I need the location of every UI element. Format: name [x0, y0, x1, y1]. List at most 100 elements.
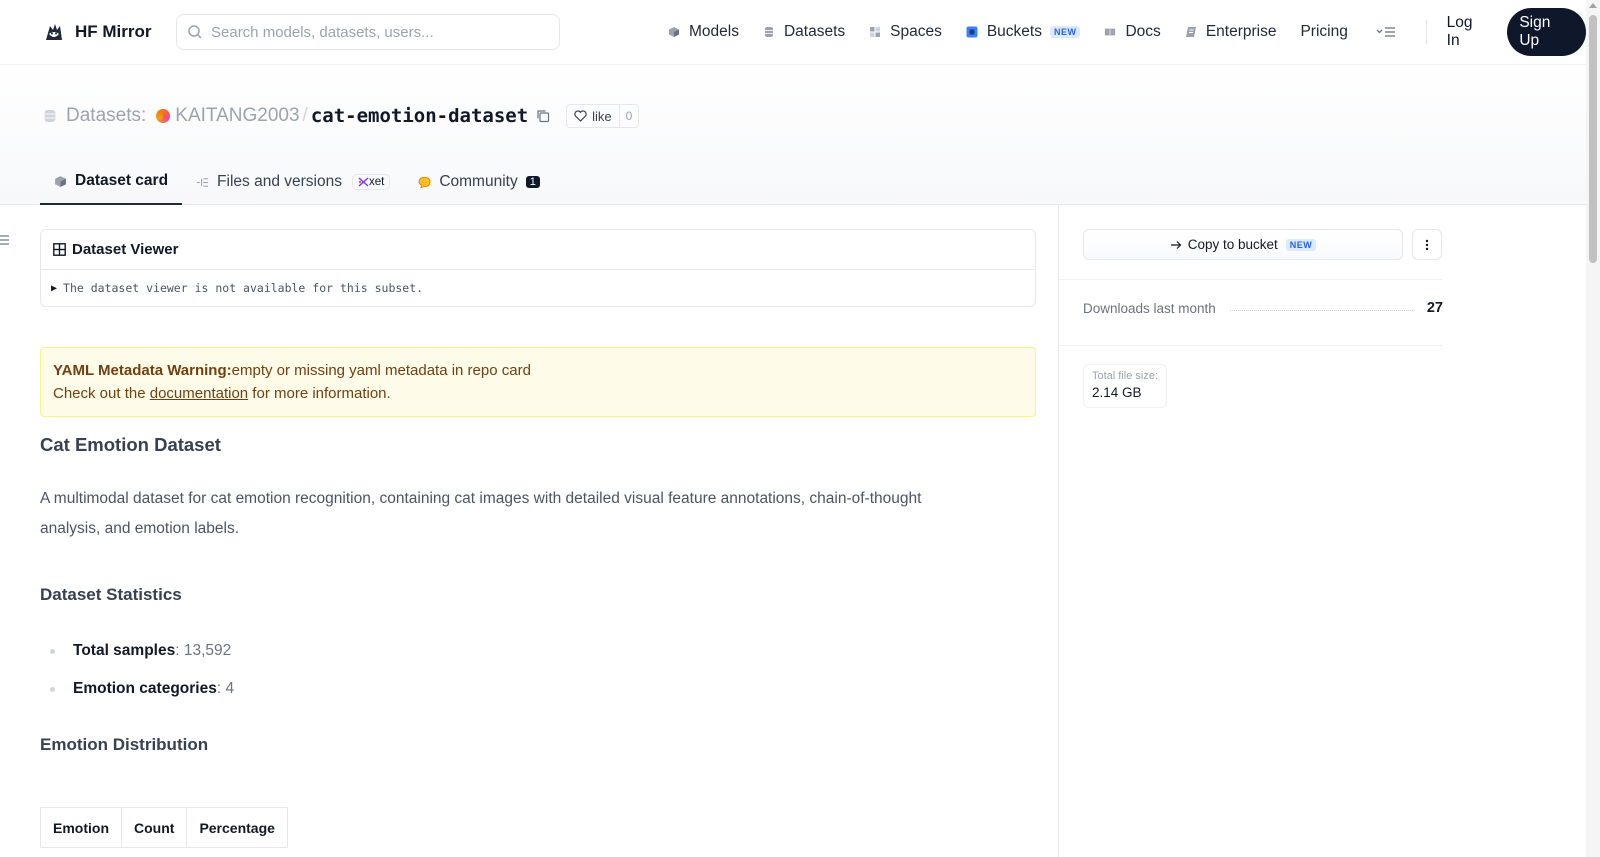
community-count-badge: 1	[525, 176, 540, 188]
downloads-stat: Downloads last month 27	[1083, 300, 1443, 316]
logo-link[interactable]: HF Mirror	[42, 20, 152, 44]
divider	[1059, 345, 1443, 346]
nav-datasets-label: Datasets	[783, 23, 846, 40]
downloads-label: Downloads last month	[1083, 300, 1216, 316]
right-sidebar: Copy to bucket NEW Downloads last month …	[1058, 205, 1586, 857]
cube-icon	[669, 27, 679, 37]
viewer-message-toggle[interactable]: ▶ The dataset viewer is not available fo…	[41, 270, 1035, 306]
xet-badge: xet	[351, 174, 391, 190]
file-size-value: 2.14 GB	[1092, 385, 1142, 400]
nav-enterprise[interactable]: Enterprise	[1185, 23, 1277, 41]
repo-name[interactable]: cat-emotion-dataset	[311, 105, 528, 127]
nav-datasets[interactable]: Datasets	[763, 23, 845, 41]
list-item: Total samples: 13,592	[40, 632, 1036, 670]
like-label: like	[592, 108, 612, 124]
warning-title: YAML Metadata Warning:	[53, 362, 232, 379]
nav-buckets-label: Buckets	[986, 23, 1042, 40]
page-scrollbar[interactable]	[1586, 0, 1600, 857]
divider	[1059, 279, 1443, 280]
tab-files[interactable]: Files and versions xet	[182, 159, 404, 205]
viewer-title: Dataset Viewer	[72, 241, 179, 258]
nav-buckets[interactable]: Buckets NEW	[966, 23, 1081, 41]
nav-spaces[interactable]: Spaces	[869, 23, 942, 41]
dataset-card: Dataset Viewer ▶ The dataset viewer is n…	[40, 205, 1036, 848]
warning-line2-pre: Check out the	[53, 385, 150, 402]
bullet	[50, 686, 55, 692]
scroll-thumb[interactable]	[1589, 15, 1597, 263]
copy-icon[interactable]	[536, 109, 550, 123]
repo-tabs: Dataset card Files and versions xet Comm…	[40, 159, 554, 205]
stat-value: : 13,592	[175, 642, 232, 659]
tab-dataset-card-label: Dataset card	[75, 172, 169, 189]
xet-icon	[358, 177, 369, 187]
nav-enterprise-label: Enterprise	[1205, 23, 1277, 40]
file-size-label: Total file size:	[1092, 370, 1159, 382]
menu-icon	[1376, 27, 1395, 37]
signup-button[interactable]: Sign Up	[1507, 8, 1586, 56]
like-button[interactable]: like 0	[566, 104, 640, 128]
login-link[interactable]: Log In	[1447, 14, 1490, 50]
downloads-value: 27	[1426, 300, 1443, 316]
copy-to-bucket-button[interactable]: Copy to bucket NEW	[1083, 229, 1403, 260]
nav-spaces-label: Spaces	[890, 23, 942, 40]
nav-docs[interactable]: Docs	[1104, 23, 1161, 41]
nav-models[interactable]: Models	[668, 23, 739, 41]
enterprise-icon	[1185, 27, 1196, 37]
like-count: 0	[625, 109, 633, 123]
tab-dataset-card[interactable]: Dataset card	[40, 159, 183, 205]
search-box[interactable]	[176, 14, 560, 50]
brand-name: HF Mirror	[75, 22, 152, 41]
breadcrumb-separator: /	[302, 105, 308, 126]
stats-list: Total samples: 13,592 Emotion categories…	[40, 632, 1036, 708]
nav-pricing-label: Pricing	[1300, 23, 1348, 40]
community-icon	[418, 176, 431, 188]
search-icon	[188, 25, 202, 39]
copy-to-bucket-label: Copy to bucket	[1187, 237, 1278, 252]
expand-triangle-icon: ▶	[51, 282, 58, 294]
column-header: Emotion	[40, 807, 122, 848]
dotted-leader	[1229, 309, 1413, 311]
dataset-viewer: Dataset Viewer ▶ The dataset viewer is n…	[40, 229, 1036, 307]
org-avatar	[156, 109, 171, 123]
new-badge: NEW	[1049, 26, 1081, 38]
grid-icon	[870, 27, 881, 37]
warning-line2-post: for more information.	[248, 385, 391, 402]
file-size-card: Total file size: 2.14 GB	[1083, 364, 1168, 408]
sidebar-actions: Copy to bucket NEW	[1083, 229, 1442, 260]
bullet	[50, 648, 55, 654]
toc-toggle-icon[interactable]	[0, 234, 10, 246]
nav-divider	[1425, 20, 1427, 44]
tab-files-label: Files and versions	[217, 173, 342, 190]
org-link[interactable]: KAITANG2003	[175, 105, 299, 127]
more-options-button[interactable]	[1412, 229, 1442, 260]
more-menu-button[interactable]	[1376, 25, 1398, 39]
nav-models-label: Models	[689, 23, 739, 40]
list-item: Emotion categories: 4	[40, 670, 1036, 708]
yaml-warning: YAML Metadata Warning:empty or missing y…	[40, 347, 1036, 417]
database-icon	[764, 27, 773, 37]
documentation-link[interactable]: documentation	[150, 385, 248, 402]
stat-label: Total samples	[73, 642, 176, 659]
cube-icon	[55, 175, 66, 187]
card-title: Cat Emotion Dataset	[40, 434, 221, 455]
table-icon	[53, 243, 66, 256]
nav-pricing[interactable]: Pricing	[1300, 23, 1347, 41]
like-toggle[interactable]: like	[567, 105, 620, 127]
viewer-message: The dataset viewer is not available for …	[63, 281, 424, 295]
card-description: A multimodal dataset for cat emotion rec…	[40, 490, 922, 537]
viewer-header: Dataset Viewer	[41, 230, 1035, 270]
search-input[interactable]	[211, 23, 541, 41]
book-icon	[1105, 28, 1116, 37]
repo-header: Datasets: KAITANG2003 / cat-emotion-data…	[0, 65, 1586, 205]
column-header: Percentage	[186, 807, 288, 848]
tab-community-label: Community	[439, 173, 518, 190]
nav-docs-label: Docs	[1125, 23, 1161, 40]
tab-community[interactable]: Community 1	[404, 159, 554, 205]
scroll-up-arrow-icon[interactable]	[1589, 3, 1597, 8]
logo-icon	[46, 24, 62, 40]
bucket-icon	[966, 26, 978, 38]
stats-heading: Dataset Statistics	[40, 585, 182, 604]
repo-title: Datasets: KAITANG2003 / cat-emotion-data…	[44, 101, 640, 131]
distribution-table: Emotion Count Percentage	[40, 807, 288, 848]
section-link[interactable]: Datasets:	[66, 105, 146, 127]
